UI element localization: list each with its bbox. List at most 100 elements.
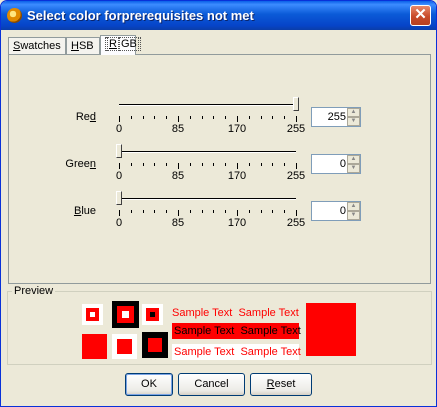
green-slider-tick [143,163,144,166]
blue-slider-tick [261,210,262,213]
blue-slider-tick [119,210,120,216]
spin-up-icon[interactable]: ▲ [347,202,360,211]
green-tick-label: 0 [115,170,123,182]
green-slider-tick [296,163,297,169]
cancel-button[interactable]: Cancel [178,373,245,396]
red-slider-tick [261,116,262,119]
green-slider-thumb[interactable] [116,144,122,158]
green-slider-tick [178,163,179,169]
green-slider-tick [131,163,132,166]
red-slider-tick [296,116,297,122]
green-slider-tick [154,163,155,166]
blue-slider-tick [202,210,203,213]
blue-slider-tick [284,210,285,213]
close-button[interactable]: ✕ [410,5,431,26]
color-chooser-dialog: Select color forprerequisites not met ✕ … [0,0,437,407]
blue-slider-tick [249,210,250,213]
red-label: Red [75,111,96,123]
red-slider-tick [119,116,120,122]
blue-slider-tick [213,210,214,213]
red-slider-tick [154,116,155,119]
blue-tick-label: 0 [115,217,123,229]
green-tick-label: 255 [286,170,306,182]
tab-hsb[interactable]: HSB [66,37,100,54]
green-slider-tick [272,163,273,166]
green-tick-label: 170 [227,170,247,182]
red-tick-label: 255 [286,123,306,135]
blue-slider-track[interactable] [119,198,296,200]
red-slider-tick [143,116,144,119]
green-label: Green [65,158,96,170]
swatch-small-on-black [112,301,139,328]
blue-tick-label: 170 [227,217,247,229]
ok-button[interactable]: OK [125,373,173,396]
reset-button[interactable]: Reset [250,373,312,396]
close-icon: ✕ [414,6,427,23]
blue-spinner[interactable]: 0 ▲ ▼ [311,201,361,221]
green-slider-tick [190,163,191,166]
blue-slider-tick [296,210,297,216]
red-value-field[interactable]: 255 [328,111,346,123]
red-slider-tick [249,116,250,119]
red-slider-track[interactable] [119,104,296,106]
blue-slider-thumb[interactable] [116,191,122,205]
green-slider-tick [225,163,226,166]
spin-up-icon[interactable]: ▲ [347,155,360,164]
green-slider-track[interactable] [119,151,296,153]
green-slider-tick [166,163,167,166]
green-tick-label: 85 [171,170,185,182]
blue-label: Blue [73,205,96,217]
app-icon [7,8,22,23]
red-slider-tick [237,116,238,122]
swatch-small-on-white [82,304,103,325]
preview-legend: Preview [12,285,56,297]
green-slider-tick [202,163,203,166]
blue-slider-tick [143,210,144,213]
title-bar[interactable]: Select color forprerequisites not met ✕ [1,1,436,30]
red-slider-tick [190,116,191,119]
spin-down-icon[interactable]: ▼ [347,117,360,126]
green-slider-tick [213,163,214,166]
green-slider-tick [284,163,285,166]
blue-slider-tick [272,210,273,213]
blue-tick-label: 255 [286,217,306,229]
red-slider-tick [225,116,226,119]
red-spinner[interactable]: 255 ▲ ▼ [311,107,361,127]
red-tick-label: 0 [115,123,123,135]
green-slider-tick [237,163,238,169]
green-spinner[interactable]: 0 ▲ ▼ [311,154,361,174]
red-tick-label: 170 [227,123,247,135]
blue-slider-tick [154,210,155,213]
sample-text-on-color: Sample Text Sample Text [172,323,301,339]
red-slider-tick [202,116,203,119]
blue-value-field[interactable]: 0 [340,205,346,217]
reset-label: eset [274,378,296,390]
red-slider-tick [284,116,285,119]
red-slider-tick [131,116,132,119]
red-slider-tick [272,116,273,119]
color-preview-block [306,303,356,356]
blue-tick-label: 85 [171,217,185,229]
green-slider-tick [249,163,250,166]
tab-rgb[interactable]: R GB [100,35,141,55]
spin-down-icon[interactable]: ▼ [347,164,360,173]
spin-up-icon[interactable]: ▲ [347,108,360,117]
blue-slider-tick [225,210,226,213]
swatch-solid [82,334,107,359]
blue-slider-tick [178,210,179,216]
tab-swatches[interactable]: Swatches [8,37,66,54]
red-slider-thumb[interactable] [293,97,299,111]
swatch-on-white [112,334,137,359]
red-slider-tick [178,116,179,122]
swatch-on-black [142,332,168,358]
red-slider-tick [166,116,167,119]
red-tick-label: 85 [171,123,185,135]
red-slider-tick [213,116,214,119]
tab-label-rgb: R GB [105,37,141,51]
blue-slider-tick [237,210,238,216]
tab-label-swatches: Swatches [13,40,61,52]
swatch-small-dark-center [142,304,163,325]
reset-mnemonic: R [266,378,275,390]
spin-down-icon[interactable]: ▼ [347,211,360,220]
green-value-field[interactable]: 0 [340,158,346,170]
